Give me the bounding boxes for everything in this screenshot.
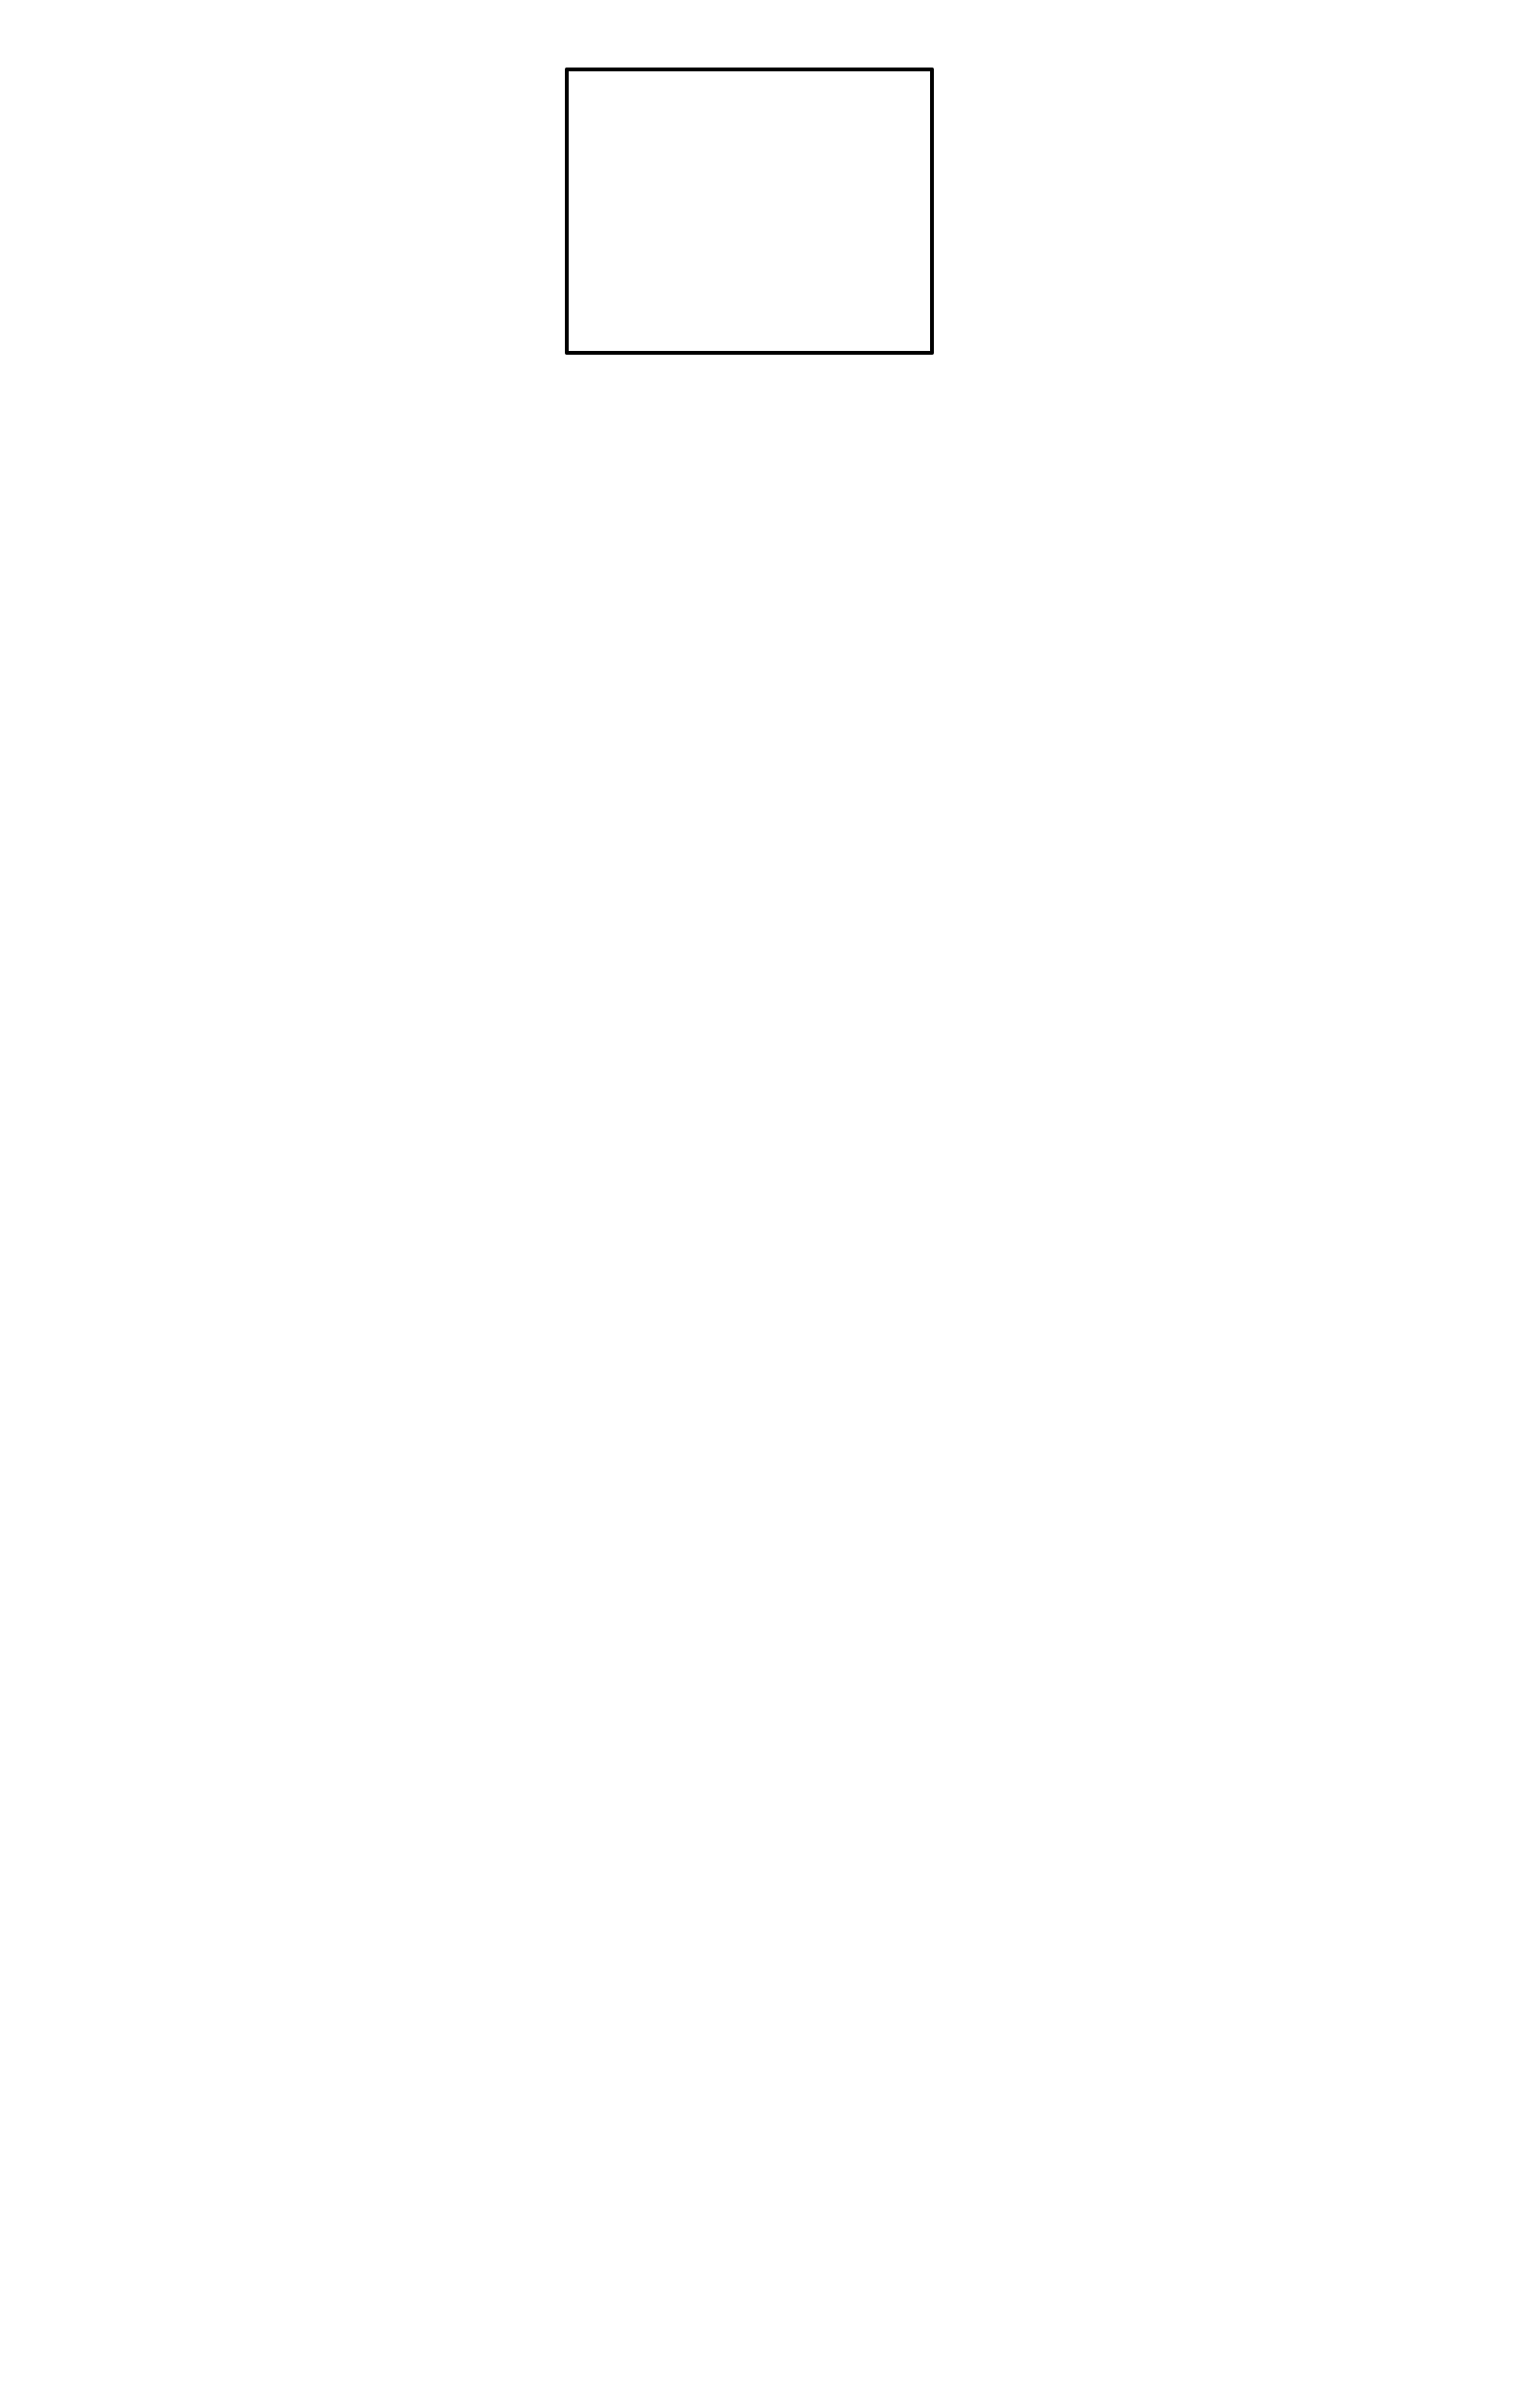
patent-drawing-sheet: [565, 68, 934, 355]
figure-2: [565, 68, 934, 355]
desktop-computer-icon: [565, 68, 934, 355]
monitor-bezel: [565, 68, 934, 355]
